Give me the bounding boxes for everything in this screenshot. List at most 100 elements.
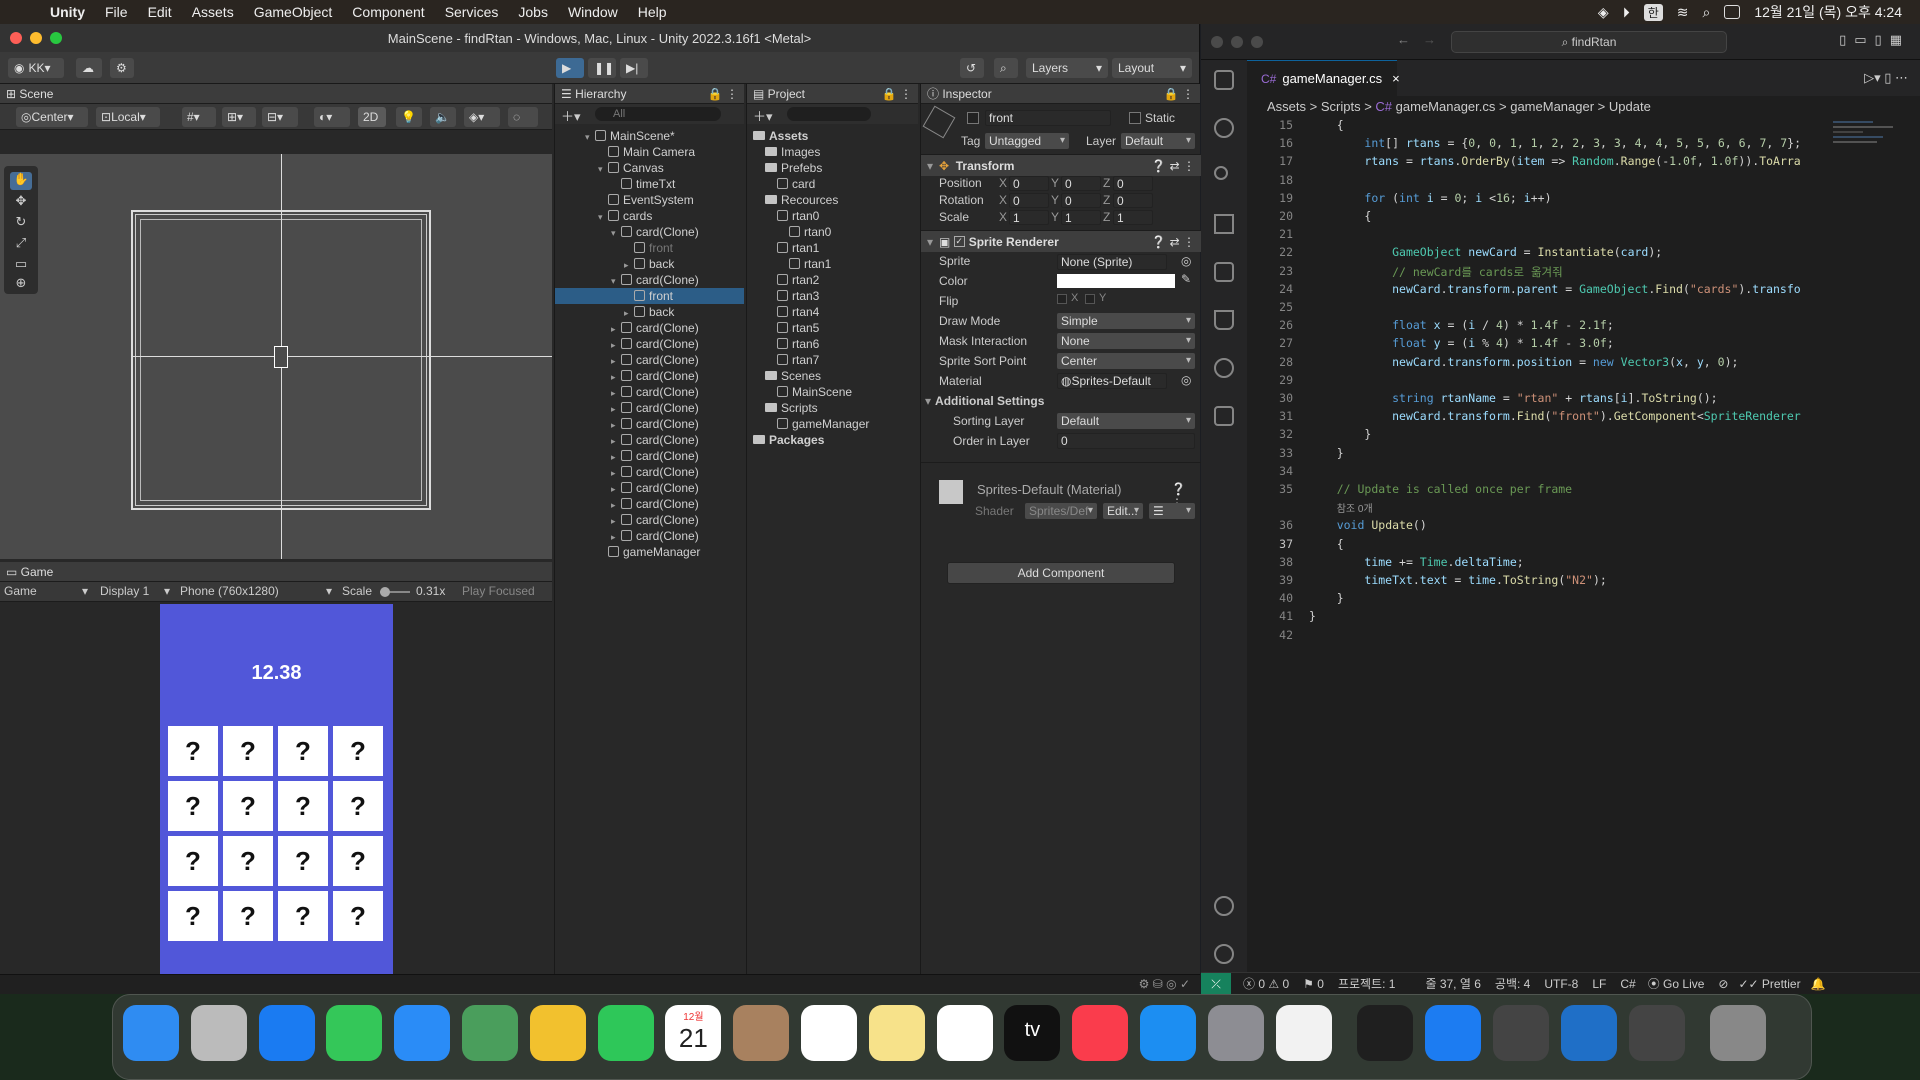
project-item[interactable]: rtan1	[747, 240, 918, 256]
transform-z-field[interactable]: 0	[1113, 176, 1153, 191]
hierarchy-item[interactable]: EventSystem	[555, 192, 744, 208]
source-control-icon[interactable]	[1214, 166, 1228, 180]
project-item[interactable]: card	[747, 176, 918, 192]
menu-edit[interactable]: Edit	[138, 4, 182, 20]
code-line[interactable]: {	[1309, 209, 1371, 223]
vscode-minimize-button[interactable]	[1231, 36, 1243, 48]
project-item[interactable]: Recources	[747, 192, 918, 208]
game-mode-dropdown[interactable]: Game ▾	[4, 584, 90, 598]
facetime-icon[interactable]	[597, 1005, 654, 1061]
project-search-input[interactable]	[787, 107, 871, 121]
history-icon[interactable]: ↺	[960, 58, 984, 78]
object-name-field[interactable]: front	[985, 110, 1111, 126]
run-debug-icon[interactable]	[1214, 214, 1234, 234]
project-item[interactable]: Assets	[747, 128, 918, 144]
transform-x-field[interactable]: 0	[1009, 193, 1049, 208]
control-center-icon[interactable]	[1724, 5, 1741, 19]
code-line[interactable]: }	[1309, 446, 1344, 460]
color-swatch[interactable]	[1057, 274, 1175, 288]
rotate-tool-icon[interactable]: ↻	[10, 214, 32, 232]
tab-close-icon[interactable]: ×	[1392, 71, 1400, 86]
photos-icon[interactable]	[529, 1005, 586, 1061]
hierarchy-item[interactable]: ▸ card(Clone)	[555, 416, 744, 432]
card-back[interactable]: ?	[278, 836, 328, 886]
status-play-icon[interactable]: ⏵	[1623, 4, 1630, 21]
reminders-icon[interactable]	[801, 1005, 857, 1061]
card-back[interactable]: ?	[168, 836, 218, 886]
card-back[interactable]: ?	[278, 781, 328, 831]
eyedropper-icon[interactable]: ✎	[1181, 272, 1191, 286]
hierarchy-item[interactable]: front	[555, 288, 744, 304]
pivot-dropdown[interactable]: ◎ Center ▾	[16, 107, 88, 127]
project-item[interactable]: rtan0	[747, 224, 918, 240]
status-icons[interactable]: ⚙ ⛁ ◎ ✓	[1139, 977, 1190, 991]
hierarchy-item[interactable]: ▸ card(Clone)	[555, 496, 744, 512]
card-back[interactable]: ?	[278, 891, 328, 941]
music-icon[interactable]	[1072, 1005, 1129, 1061]
hierarchy-item[interactable]: ▸ card(Clone)	[555, 400, 744, 416]
menu-file[interactable]: File	[95, 4, 138, 20]
code-line[interactable]: }	[1309, 591, 1344, 605]
notes-icon[interactable]	[868, 1005, 925, 1061]
terminal-icon[interactable]	[1357, 1005, 1414, 1061]
code-line[interactable]: time += Time.deltaTime;	[1309, 555, 1523, 569]
foldout-arrow-icon[interactable]: ▸	[611, 497, 621, 513]
testing-icon[interactable]	[1214, 310, 1234, 330]
menu-services[interactable]: Services	[435, 4, 509, 20]
unity-hub-icon[interactable]	[1493, 1005, 1549, 1061]
launchpad-icon[interactable]	[190, 1005, 247, 1061]
go-live-button[interactable]: ⦿ Go Live	[1648, 975, 1705, 992]
code-line[interactable]: newCard.transform.Find("front").GetCompo…	[1309, 409, 1801, 423]
input-source[interactable]: 한	[1643, 3, 1663, 21]
transform-z-field[interactable]: 0	[1113, 193, 1153, 208]
material-field[interactable]: ◍Sprites-Default	[1057, 373, 1167, 389]
foldout-arrow-icon[interactable]: ▾	[611, 225, 621, 241]
editor-actions-icon[interactable]: ▷▾ ▯ ⋯	[1864, 70, 1908, 86]
project-item[interactable]: Images	[747, 144, 918, 160]
hierarchy-item[interactable]: ▸ back	[555, 256, 744, 272]
xcode-icon[interactable]	[1425, 1005, 1482, 1061]
foldout-arrow-icon[interactable]: ▸	[611, 321, 621, 337]
freeform-icon[interactable]	[936, 1005, 993, 1061]
hierarchy-add-button[interactable]: ＋▾	[561, 106, 581, 125]
unity-icon[interactable]	[1628, 1005, 1685, 1061]
shader-menu-button[interactable]: ☰	[1149, 503, 1195, 519]
info-indicator[interactable]: ⚑ 0	[1303, 977, 1324, 991]
card-back[interactable]: ?	[168, 726, 218, 776]
appletv-icon[interactable]: tv	[1004, 1005, 1061, 1061]
foldout-arrow-icon[interactable]: ▸	[611, 433, 621, 449]
transform-header[interactable]: ▾ ✥ Transform ❔ ⇄ ⋮	[921, 154, 1203, 176]
hierarchy-item[interactable]: ▾ MainScene*	[555, 128, 744, 144]
command-center-search[interactable]: ⌕ findRtan	[1451, 31, 1727, 53]
vscode-zoom-button[interactable]	[1251, 36, 1263, 48]
messages-icon[interactable]	[326, 1005, 383, 1061]
notifications-icon[interactable]: 🔔	[1811, 977, 1826, 991]
static-checkbox[interactable]	[1129, 112, 1141, 124]
hidden-objects-icon[interactable]: ◌	[508, 107, 538, 127]
encoding[interactable]: UTF-8	[1544, 977, 1578, 991]
scene-view[interactable]: ✋ ✥ ↻ ⤢ ▭ ⊕	[0, 154, 552, 559]
hierarchy-item[interactable]: ▸ card(Clone)	[555, 368, 744, 384]
sprite-field[interactable]: None (Sprite)	[1057, 254, 1167, 270]
foldout-arrow-icon[interactable]: ▸	[611, 353, 621, 369]
inspector-tab[interactable]: ⓘ Inspector 🔒 ⋮	[921, 84, 1200, 104]
card-back[interactable]: ?	[168, 781, 218, 831]
code-line[interactable]: {	[1309, 537, 1344, 551]
foldout-arrow-icon[interactable]: ▸	[611, 465, 621, 481]
effects-icon[interactable]: ◈▾	[464, 107, 500, 127]
card-back[interactable]: ?	[333, 836, 383, 886]
project-item[interactable]: rtan7	[747, 352, 918, 368]
hierarchy-item[interactable]: ▾ card(Clone)	[555, 272, 744, 288]
menu-window[interactable]: Window	[558, 4, 628, 20]
hierarchy-item[interactable]: ▸ card(Clone)	[555, 336, 744, 352]
tab-gamemanager[interactable]: C# gameManager.cs ×	[1247, 60, 1400, 96]
foldout-arrow-icon[interactable]: ▸	[611, 529, 621, 545]
safari-icon[interactable]	[258, 1005, 315, 1061]
foldout-arrow-icon[interactable]: ▾	[598, 161, 608, 177]
sorting-layer-dropdown[interactable]: Default	[1057, 413, 1195, 429]
explorer-icon[interactable]	[1214, 70, 1234, 90]
code-line[interactable]: newCard.transform.parent = GameObject.Fi…	[1309, 282, 1801, 296]
code-line[interactable]: rtans = rtans.OrderBy(item => Random.Ran…	[1309, 154, 1800, 168]
project-item[interactable]: Packages	[747, 432, 918, 448]
hierarchy-item[interactable]: Main Camera	[555, 144, 744, 160]
